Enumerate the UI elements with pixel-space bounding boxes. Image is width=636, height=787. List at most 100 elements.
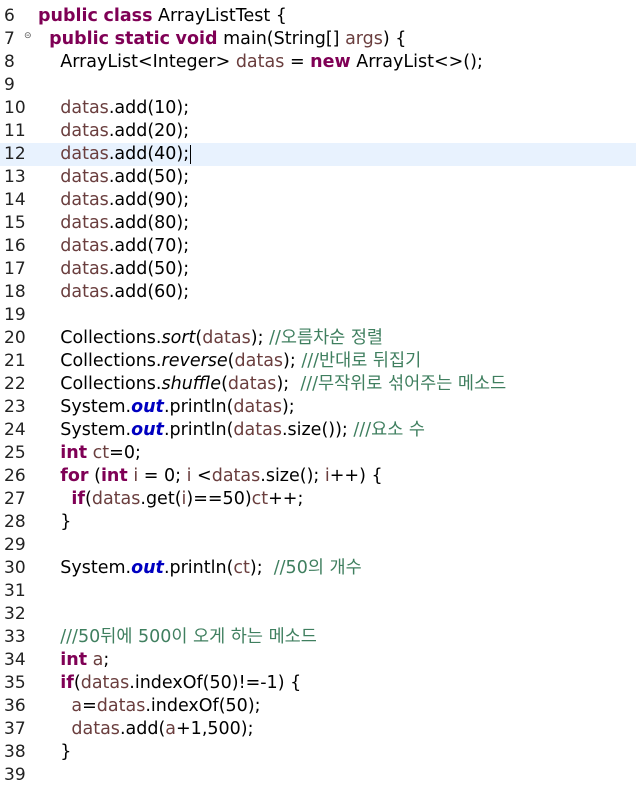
line-number: 23 [4, 397, 26, 417]
code-line[interactable]: 39 [0, 764, 636, 787]
fold-collapse-icon[interactable]: ⊝ [24, 25, 32, 48]
line-number: 35 [4, 673, 26, 693]
code-token: )==50) [186, 489, 252, 509]
code-line[interactable]: 17 datas.add(50); [0, 258, 636, 281]
code-text: public static void main(String[] args) { [38, 28, 406, 51]
code-line[interactable]: 6 public class ArrayListTest { [0, 5, 636, 28]
code-text: public class ArrayListTest { [38, 5, 287, 28]
code-token: System. [38, 558, 132, 578]
code-line[interactable]: 31 [0, 580, 636, 603]
comment-token: ///요소 수 [353, 420, 425, 440]
code-text: ArrayList<Integer> datas = new ArrayList… [38, 51, 483, 74]
code-line[interactable]: 20 Collections.sort(datas); //오름차순 정렬 [0, 327, 636, 350]
code-line[interactable]: 21 Collections.reverse(datas); ///반대로 뒤집… [0, 350, 636, 373]
code-line[interactable]: 23 System.out.println(datas); [0, 396, 636, 419]
code-line[interactable]: 18 datas.add(60); [0, 281, 636, 304]
code-line[interactable]: 27 if(datas.get(i)==50)ct++; [0, 488, 636, 511]
code-line[interactable]: 32 [0, 603, 636, 626]
code-line[interactable]: 34 int a; [0, 649, 636, 672]
code-line[interactable]: 36 a=datas.indexOf(50); [0, 695, 636, 718]
line-number: 10 [4, 98, 26, 118]
code-line[interactable]: 13 datas.add(50); [0, 166, 636, 189]
code-line[interactable]: 7 ⊝ public static void main(String[] args… [0, 28, 636, 51]
code-line[interactable]: 15 datas.add(80); [0, 212, 636, 235]
code-line[interactable]: 19 [0, 304, 636, 327]
code-text: datas.add(90); [38, 189, 189, 212]
code-line[interactable]: 28 } [0, 511, 636, 534]
code-token: .add(90); [108, 190, 190, 210]
comment-token: ///50뒤에 500이 오게 하는 메소드 [60, 627, 317, 647]
code-editor[interactable]: 6 public class ArrayListTest {7 ⊝ public s… [0, 0, 636, 787]
variable-token: a [165, 719, 177, 739]
code-text: System.out.println(datas); [38, 396, 295, 419]
variable-token: datas [60, 236, 109, 256]
code-token: ); [281, 397, 295, 417]
code-token: .add(50); [108, 259, 190, 279]
code-token: .indexOf(50); [145, 696, 261, 716]
code-line[interactable]: 24 System.out.println(datas.size()); ///… [0, 419, 636, 442]
method-token: shuffle [161, 374, 222, 394]
variable-token: a [92, 650, 104, 670]
code-token: .add(40); [108, 144, 190, 164]
line-number: 18 [4, 282, 26, 302]
variable-token: datas [96, 696, 146, 716]
code-token: = [284, 52, 311, 72]
code-line[interactable]: 10 datas.add(10); [0, 97, 636, 120]
code-line[interactable]: 9 [0, 74, 636, 97]
code-line[interactable]: 37 datas.add(a+1,500); [0, 718, 636, 741]
variable-token: datas [60, 121, 109, 141]
code-token: ArrayList<Integer> [38, 52, 236, 72]
code-line[interactable]: 12 datas.add(40); [0, 143, 636, 166]
line-number: 9 [4, 75, 15, 95]
code-text: for (int i = 0; i <datas.size(); i++) { [38, 465, 382, 488]
code-token: Collections. [38, 328, 162, 348]
code-token: ( [73, 673, 81, 693]
code-text: if(datas.indexOf(50)!=-1) { [38, 672, 301, 695]
code-text: datas.add(40); [38, 143, 192, 166]
code-line[interactable]: 30 System.out.println(ct); //50의 개수 [0, 557, 636, 580]
code-token: ); [250, 328, 264, 348]
variable-token: datas [211, 466, 261, 486]
code-token: ArrayListTest { [152, 6, 287, 26]
code-line[interactable]: 8 ArrayList<Integer> datas = new ArrayLi… [0, 51, 636, 74]
text-caret [190, 144, 192, 164]
keyword-token: if [60, 673, 74, 693]
code-line[interactable]: 11 datas.add(20); [0, 120, 636, 143]
code-text: datas.add(80); [38, 212, 189, 235]
variable-token: datas [227, 374, 277, 394]
line-number: 37 [4, 719, 26, 739]
code-line[interactable]: 16 datas.add(70); [0, 235, 636, 258]
code-token: ( [227, 351, 235, 371]
line-number: 30 [4, 558, 26, 578]
code-line[interactable]: 22 Collections.shuffle(datas); ///무작위로 섞… [0, 373, 636, 396]
method-token: sort [161, 328, 196, 348]
code-line[interactable]: 35 if(datas.indexOf(50)!=-1) { [0, 672, 636, 695]
code-token: ) { [382, 29, 407, 49]
code-text: a=datas.indexOf(50); [38, 695, 261, 718]
keyword-token: static [114, 29, 170, 49]
code-line[interactable]: 29 [0, 534, 636, 557]
line-number: 28 [4, 512, 26, 532]
code-text: datas.add(60); [38, 281, 189, 304]
line-number: 34 [4, 650, 26, 670]
variable-token: datas [60, 167, 109, 187]
code-line[interactable]: 38 } [0, 741, 636, 764]
variable-token: datas [60, 144, 109, 164]
code-token: System. [38, 420, 132, 440]
code-text: } [38, 741, 71, 764]
code-line[interactable]: 26 for (int i = 0; i <datas.size(); i++)… [0, 465, 636, 488]
code-line[interactable]: 14 datas.add(90); [0, 189, 636, 212]
variable-token: datas [234, 351, 284, 371]
code-token: ); [249, 558, 263, 578]
code-line[interactable]: 33 ///50뒤에 500이 오게 하는 메소드 [0, 626, 636, 649]
code-line[interactable]: 25 int ct=0; [0, 442, 636, 465]
code-token: .add(20); [108, 121, 190, 141]
